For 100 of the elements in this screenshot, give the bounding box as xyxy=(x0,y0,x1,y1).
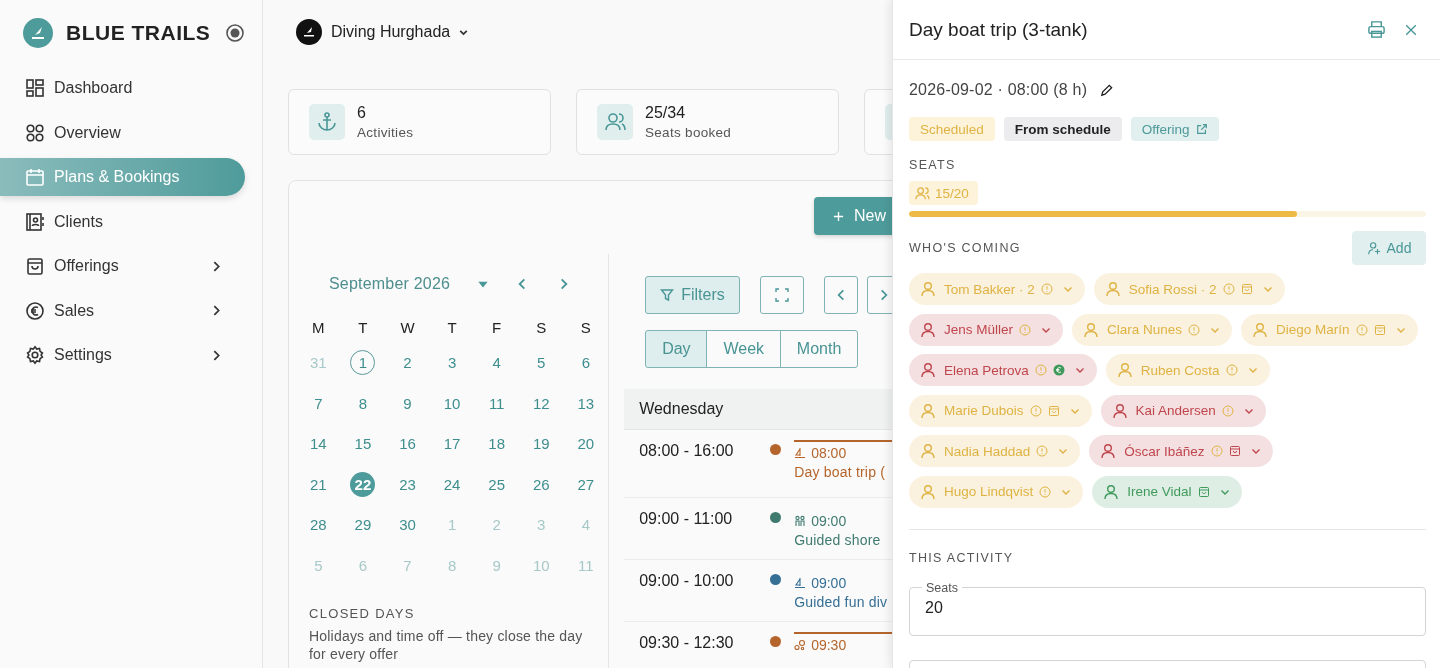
stat-value: 25/34 xyxy=(645,104,687,122)
info-icon xyxy=(1221,404,1234,417)
person-icon xyxy=(1100,443,1117,459)
filters-button[interactable]: Filters xyxy=(645,276,740,314)
description-text: Holidays and time off — they close the day for every offer xyxy=(309,626,584,663)
month-label[interactable]: September 2026 xyxy=(329,275,451,293)
nav-item[interactable]: Overview xyxy=(0,113,245,152)
calendar-day[interactable]: 18 xyxy=(484,431,510,457)
person-icon xyxy=(920,443,936,459)
calendar-day[interactable]: 14 xyxy=(305,431,331,457)
calendar-day[interactable]: 3 xyxy=(439,350,465,375)
info-icon xyxy=(1040,283,1053,295)
calendar-day[interactable]: 21 xyxy=(305,471,331,497)
calendar-day[interactable]: 11 xyxy=(484,390,510,416)
stat-value: 6 xyxy=(357,104,367,122)
calendar-day[interactable]: 26 xyxy=(528,471,554,497)
calendar-day[interactable]: 24 xyxy=(439,471,465,497)
new-button[interactable]: New xyxy=(814,197,892,235)
euro-icon xyxy=(1052,364,1065,376)
calendar-day[interactable]: 17 xyxy=(439,431,465,457)
print-icon[interactable] xyxy=(1367,20,1386,39)
edit-icon[interactable] xyxy=(1099,82,1115,98)
calendar-day[interactable]: 8 xyxy=(350,390,376,416)
nav-item[interactable]: Offerings xyxy=(0,247,245,285)
source-badge: From schedule xyxy=(1003,117,1122,141)
nav-item[interactable]: Clients xyxy=(0,202,245,241)
event-card[interactable]: 09:00 Guided fun div xyxy=(794,570,892,610)
calendar-day[interactable]: 16 xyxy=(395,431,420,457)
weekday-label: F xyxy=(491,319,503,337)
status-badge: Scheduled xyxy=(909,117,995,141)
calendar-day[interactable]: 10 xyxy=(439,390,465,416)
nav-item[interactable]: Sales xyxy=(0,291,245,330)
euro-icon xyxy=(25,300,45,321)
calendar-day[interactable]: 7 xyxy=(305,390,331,416)
calendar-day[interactable]: 22 xyxy=(350,471,376,497)
calendar-day[interactable]: 19 xyxy=(528,431,554,457)
calendar-day[interactable]: 28 xyxy=(305,512,331,538)
date-time: 2026-09-02 · 08:00 (8 h) xyxy=(909,81,1088,99)
info-icon xyxy=(1225,364,1238,376)
organization-selector[interactable]: Diving Hurghada xyxy=(296,19,471,45)
view-tab[interactable]: Day xyxy=(645,330,708,368)
seats-field[interactable]: Seats 20 xyxy=(909,580,1426,636)
calendar-day[interactable]: 12 xyxy=(528,390,554,416)
attendee-chip[interactable]: Kai Andersen xyxy=(1100,394,1266,427)
weekday-label: S xyxy=(579,319,592,337)
offering-link[interactable]: Offering xyxy=(1130,117,1219,141)
calendar-day[interactable]: 30 xyxy=(395,512,420,538)
next-button[interactable] xyxy=(866,276,892,314)
time-range: 09:00 - 10:00 xyxy=(639,572,735,590)
fullscreen-icon xyxy=(774,288,789,302)
calendar-day[interactable]: 23 xyxy=(395,471,420,497)
section-heading: THIS ACTIVITY xyxy=(909,550,1015,565)
person-icon xyxy=(1252,321,1269,338)
sailboat-icon xyxy=(794,447,807,459)
calendar-day[interactable]: 15 xyxy=(350,431,376,457)
calendar-day[interactable]: 2 xyxy=(395,350,420,375)
nav-item[interactable]: Dashboard xyxy=(0,69,245,107)
people-icon xyxy=(915,185,930,201)
view-tab[interactable]: Month xyxy=(779,330,859,368)
attendee-chip[interactable]: Irene Vidal xyxy=(1092,475,1242,508)
calendar-day[interactable]: 27 xyxy=(573,471,599,497)
person-icon xyxy=(1111,402,1128,419)
weekday-label: T xyxy=(446,319,458,337)
person-icon xyxy=(920,402,936,419)
dashboard-icon xyxy=(25,78,45,98)
time-range: 09:00 - 11:00 xyxy=(639,510,734,528)
person-icon xyxy=(1104,281,1121,297)
calendar-day[interactable]: 29 xyxy=(350,512,376,538)
calendar-day[interactable]: 9 xyxy=(395,390,420,416)
calendar-day[interactable]: 4 xyxy=(484,350,510,375)
info-icon xyxy=(1210,445,1223,457)
attendee-chip[interactable]: Elena Petrova xyxy=(909,354,1097,386)
event-time: 09:00 xyxy=(811,575,847,591)
previous-button[interactable] xyxy=(823,276,858,314)
time-range: 09:30 - 12:30 xyxy=(639,634,735,652)
contacts-icon xyxy=(25,211,45,232)
attendee-chip[interactable]: Óscar Ibáñez xyxy=(1089,435,1273,467)
weekday-label: S xyxy=(535,319,548,337)
calendar-day[interactable]: 5 xyxy=(528,350,554,375)
bag-icon xyxy=(1197,485,1210,498)
fullscreen-button[interactable] xyxy=(759,276,804,314)
view-tab[interactable]: Week xyxy=(706,330,782,368)
plus-icon xyxy=(833,210,844,222)
brand-name: BLUE TRAILS xyxy=(66,21,211,45)
calendar-day[interactable]: 20 xyxy=(573,431,599,457)
event-card[interactable]: 09:00 Guided shore xyxy=(794,508,892,548)
add-button[interactable]: Add xyxy=(1352,231,1426,265)
calendar-day[interactable]: 13 xyxy=(573,390,599,416)
section-heading: SEATS xyxy=(909,158,957,172)
calendar-day[interactable]: 25 xyxy=(484,471,510,497)
calendar-day[interactable]: 6 xyxy=(573,350,599,375)
event-time: 09:30 xyxy=(811,637,847,653)
attendee-chip[interactable]: Jens Müller xyxy=(909,313,1064,346)
time-range: 08:00 - 16:00 xyxy=(639,442,735,460)
nav-item[interactable]: Plans & Bookings xyxy=(0,158,245,196)
nav-item[interactable]: Settings xyxy=(0,336,245,374)
info-icon xyxy=(1036,445,1049,457)
record-icon[interactable] xyxy=(225,23,245,43)
event-title: Guided fun div xyxy=(794,594,889,610)
event-time: 08:00 xyxy=(811,445,847,461)
